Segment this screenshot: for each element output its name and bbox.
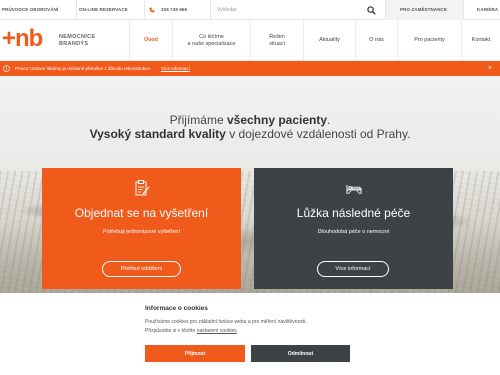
hero-line1-post: . bbox=[327, 113, 331, 127]
nav-contact-label: Kontakt bbox=[471, 37, 491, 43]
nav-about-label: O nás bbox=[369, 37, 384, 43]
doctor-guide-link[interactable]: PRŮVODCE OBOROVÁNÍ bbox=[0, 0, 72, 20]
more-info-button[interactable]: Více informací bbox=[317, 261, 389, 277]
departments-overview-button[interactable]: Přehled oddělení bbox=[102, 261, 181, 277]
search-button[interactable] bbox=[364, 3, 378, 17]
career-link[interactable]: KARIÉRA bbox=[463, 0, 500, 20]
search-icon bbox=[366, 5, 376, 15]
info-icon bbox=[3, 65, 10, 72]
hero-headline-1: Přijímáme všechny pacienty. bbox=[0, 113, 500, 127]
card-appointment-title: Objednat se na vyšetření bbox=[74, 206, 209, 220]
nav-for-patients-label: Pro pacienty bbox=[414, 37, 445, 43]
nav-solving-line2: situaci bbox=[269, 40, 285, 47]
alert-close-icon[interactable]: × bbox=[488, 65, 492, 72]
cookie-text-2-pre: Přizpůsobte si v těchto bbox=[145, 328, 197, 334]
phone-number: 326 749 666 bbox=[161, 7, 188, 12]
cookie-text-1: Používáme cookies pro základní funkce we… bbox=[145, 319, 307, 325]
logo-text[interactable]: NEMOCNICE BRANDÝS bbox=[59, 34, 95, 48]
card-aftercare-title: Lůžka následné péče bbox=[296, 206, 411, 220]
logo-line-2: BRANDÝS bbox=[59, 41, 89, 47]
hospital-bed-icon bbox=[346, 185, 362, 195]
alert-text: Provoz Ústavní lékárny je dočasně přeruš… bbox=[15, 66, 152, 71]
search-area bbox=[210, 0, 385, 20]
phone-icon bbox=[149, 7, 155, 12]
nav-home[interactable]: Úvod bbox=[129, 20, 172, 61]
card-aftercare[interactable]: Lůžka následné péče Dlouhodobá péče o ne… bbox=[254, 168, 453, 289]
card-aftercare-subtitle: Dlouhodobá péče o nemocné bbox=[317, 229, 390, 235]
alert-more-link[interactable]: Více informací bbox=[161, 66, 190, 71]
nav-contact[interactable]: Kontakt bbox=[461, 20, 500, 61]
cookie-settings-link[interactable]: nastavení cookies bbox=[197, 328, 237, 334]
search-input[interactable] bbox=[217, 6, 357, 13]
cookie-title: Informace o cookies bbox=[145, 305, 208, 312]
nav-solving-situation[interactable]: Řešim situaci bbox=[250, 20, 303, 61]
staff-link[interactable]: PRO ZAMĚSTNANCE bbox=[385, 0, 463, 20]
hero-line1-pre: Přijímáme bbox=[169, 113, 227, 127]
nav-what-we-treat-label: Co léčíme a naše specializace bbox=[187, 34, 235, 48]
cookie-accept-button[interactable]: Přijmout bbox=[145, 345, 245, 362]
top-utility-bar: PRŮVODCE OBOROVÁNÍ ON-LINE REZERVACE 326… bbox=[0, 0, 500, 20]
cookie-reject-button[interactable]: Odmítnout bbox=[251, 345, 350, 362]
phone-link[interactable]: 326 749 666 bbox=[144, 0, 210, 20]
nav-what-we-treat-line2: a naše specializace bbox=[187, 40, 236, 47]
nav-what-we-treat-line1: Co léčíme bbox=[199, 33, 224, 40]
nav-news[interactable]: Aktuality bbox=[303, 20, 355, 61]
cookie-text-2: Přizpůsobte si v těchto nastavení cookie… bbox=[145, 328, 237, 334]
logo-line-1: NEMOCNICE bbox=[59, 34, 96, 40]
cookie-consent-panel: Informace o cookies Používáme cookies pr… bbox=[0, 293, 500, 375]
card-appointment[interactable]: Objednat se na vyšetření Potřebuji jedno… bbox=[42, 168, 241, 289]
hero-line2-post: v dojezdové vzdálenosti od Prahy. bbox=[225, 127, 411, 141]
nav-home-label: Úvod bbox=[144, 37, 158, 43]
nav-about[interactable]: O nás bbox=[355, 20, 397, 61]
nav-solving-line1: Řešim bbox=[269, 33, 285, 40]
nav-news-label: Aktuality bbox=[319, 37, 340, 43]
nav-what-we-treat[interactable]: Co léčíme a naše specializace bbox=[172, 20, 250, 61]
hero-line1-bold: všechny pacienty bbox=[226, 113, 328, 127]
logo-mark[interactable]: +nb bbox=[2, 27, 43, 51]
card-appointment-subtitle: Potřebuji jednorázové vyšetření bbox=[102, 229, 181, 235]
online-booking-link[interactable]: ON-LINE REZERVACE bbox=[76, 0, 144, 20]
hero-line2-bold: Vysoký standard kvality bbox=[89, 127, 226, 141]
hero-headline-2: Vysoký standard kvality v dojezdové vzdá… bbox=[0, 127, 500, 141]
clipboard-edit-icon bbox=[135, 180, 150, 196]
nav-for-patients[interactable]: Pro pacienty bbox=[397, 20, 461, 61]
nav-solving-situation-label: Řešim situaci bbox=[269, 34, 285, 48]
alert-bar: Provoz Ústavní lékárny je dočasně přeruš… bbox=[0, 61, 500, 76]
